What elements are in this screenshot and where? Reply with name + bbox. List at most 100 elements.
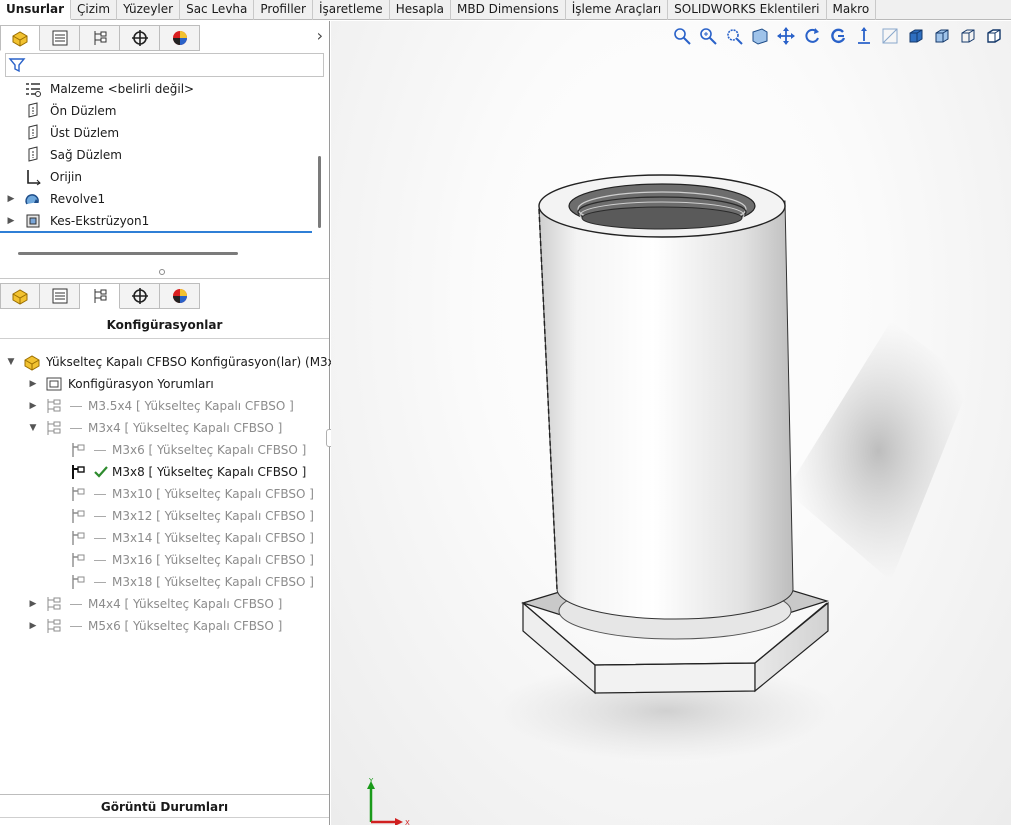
tab-property-manager-2[interactable] [40,283,80,309]
horizontal-scrollbar[interactable] [18,252,238,255]
inactive-dash [94,537,106,539]
expand-down-icon[interactable]: ▼ [4,357,18,367]
derived-config-group-icon [44,418,64,438]
config-row[interactable]: ▶ M3.5x4 [ Yükselteç Kapalı CFBSO ] [26,395,294,417]
config-row[interactable]: M3x14 [ Yükselteç Kapalı CFBSO ] [50,527,314,549]
expand-right-icon[interactable]: ▶ [26,621,40,631]
config-row[interactable]: ▼ M3x4 [ Yükselteç Kapalı CFBSO ] [26,417,282,439]
vertical-scrollbar[interactable] [318,156,321,228]
expand-right-icon[interactable]: ▶ [0,194,22,204]
feature-revolve-5[interactable]: ▶ Revolve1 [0,188,312,210]
splitter-handle[interactable] [159,269,165,275]
command-tab-7[interactable]: MBD Dimensions [451,0,566,20]
comments-folder-icon [44,374,64,394]
tab-dimxpert-manager-2[interactable] [120,283,160,309]
zoom-to-area-icon[interactable] [697,25,719,47]
command-tab-10[interactable]: Makro [827,0,877,20]
wireframe-icon[interactable] [957,25,979,47]
chevron-right-icon[interactable]: › [317,26,323,45]
command-tab-9[interactable]: SOLIDWORKS Eklentileri [668,0,827,20]
config-label: M3x16 [ Yükselteç Kapalı CFBSO ] [112,553,314,567]
command-tab-6[interactable]: Hesapla [390,0,452,20]
config-row[interactable]: M3x6 [ Yükselteç Kapalı CFBSO ] [50,439,306,461]
expand-down-icon[interactable]: ▼ [26,423,40,433]
roll-view-icon[interactable] [827,25,849,47]
manager-pane: › Malzeme <belirli değil> Ön Düzlem Üst Dü… [0,21,347,825]
crosshair-icon [131,30,148,46]
manager-tabs-bottom [0,283,200,309]
config-label: M3.5x4 [ Yükselteç Kapalı CFBSO ] [88,399,294,413]
display-style-icon[interactable] [905,25,927,47]
config-root[interactable]: ▼ Yükseltеç Kapalı CFBSO Konfigürasyon(l… [4,351,347,373]
command-tab-4[interactable]: Profiller [254,0,313,20]
shaded-edges-icon[interactable] [983,25,1005,47]
standoff-3d-model[interactable] [331,21,1011,825]
configuration-icon [68,572,88,592]
expand-right-icon[interactable]: ▶ [26,599,40,609]
tab-configuration-manager-2[interactable] [80,283,120,309]
tab-configuration-manager[interactable] [80,25,120,51]
config-label: M3x10 [ Yükselteç Kapalı CFBSO ] [112,487,314,501]
inactive-dash [94,449,106,451]
pane-splitter[interactable] [0,267,329,279]
revolve-icon [22,189,44,209]
command-tab-1[interactable]: Çizim [71,0,118,20]
config-label: M3x14 [ Yükselteç Kapalı CFBSO ] [112,531,314,545]
feature-cut-extrude-6[interactable]: ▶ Kes-Ekstrüzyon1 [0,210,312,232]
config-row[interactable]: ▶ M4x4 [ Yükselteç Kapalı CFBSO ] [26,593,282,615]
feature-plane-1[interactable]: Ön Düzlem [0,100,312,122]
config-comments[interactable]: ▶ Konfigürasyon Yorumları [26,373,214,395]
expand-right-icon[interactable]: ▶ [0,216,22,226]
config-row[interactable]: M3x10 [ Yükselteç Kapalı CFBSO ] [50,483,314,505]
config-label: M3x4 [ Yükselteç Kapalı CFBSO ] [88,421,283,435]
inactive-dash [94,493,106,495]
config-row[interactable]: M3x12 [ Yükselteç Kapalı CFBSO ] [50,505,314,527]
command-tab-2[interactable]: Yüzeyler [117,0,181,20]
command-tab-0[interactable]: Unsurlar [0,0,72,20]
tab-display-manager[interactable] [160,25,200,51]
config-row[interactable]: M3x16 [ Yükselteç Kapalı CFBSO ] [50,549,314,571]
command-tab-filler [876,0,1011,20]
config-row[interactable]: ▶ M5x6 [ Yükselteç Kapalı CFBSO ] [26,615,282,637]
appearance-icon [172,289,187,303]
tab-dimxpert-manager[interactable] [120,25,160,51]
plane-icon [22,145,44,165]
filter-icon [8,58,26,73]
expand-right-icon[interactable]: ▶ [26,379,40,389]
config-row[interactable]: M3x18 [ Yükselteç Kapalı CFBSO ] [50,571,314,593]
expand-right-icon[interactable]: ▶ [26,401,40,411]
graphics-area[interactable]: Y X [331,21,1011,825]
command-tab-8[interactable]: İşleme Araçları [566,0,669,20]
config-root-label: Yükseltеç Kapalı CFBSO Konfigürasyon(lar… [46,355,348,369]
triad-y-label: Y [368,777,374,785]
zoom-to-fit-icon[interactable] [671,25,693,47]
feature-plane-3[interactable]: Sağ Düzlem [0,144,312,166]
pan-icon[interactable] [775,25,797,47]
command-tab-3[interactable]: Sac Levha [180,0,255,20]
config-label: M3x6 [ Yükselteç Kapalı CFBSO ] [112,443,307,457]
crosshair-icon [131,288,148,304]
configuration-icon [68,440,88,460]
display-states-title: Görüntü Durumları [0,794,329,818]
normal-to-icon[interactable] [853,25,875,47]
feature-filter-input[interactable] [5,53,324,77]
tab-feature-manager-2[interactable] [0,283,40,309]
inactive-dash [94,559,106,561]
feature-plane-2[interactable]: Üst Düzlem [0,122,312,144]
tab-display-manager-2[interactable] [160,283,200,309]
config-row-active[interactable]: M3x8 [ Yükselteç Kapalı CFBSO ] [50,461,306,483]
tab-feature-manager[interactable] [0,25,40,51]
heads-up-view-toolbar [671,25,1005,47]
tab-property-manager[interactable] [40,25,80,51]
rotate-icon[interactable] [801,25,823,47]
appearance-icon [172,31,187,45]
view-orientation-icon[interactable] [879,25,901,47]
configuration-icon [68,550,88,570]
zoom-selection-icon[interactable] [723,25,745,47]
feature-material-0[interactable]: Malzeme <belirli değil> [0,78,312,100]
section-view-icon[interactable] [749,25,771,47]
command-tab-5[interactable]: İşaretleme [313,0,390,20]
feature-origin-4[interactable]: Orijin [0,166,312,188]
rollback-bar[interactable] [0,231,312,233]
hidden-lines-icon[interactable] [931,25,953,47]
